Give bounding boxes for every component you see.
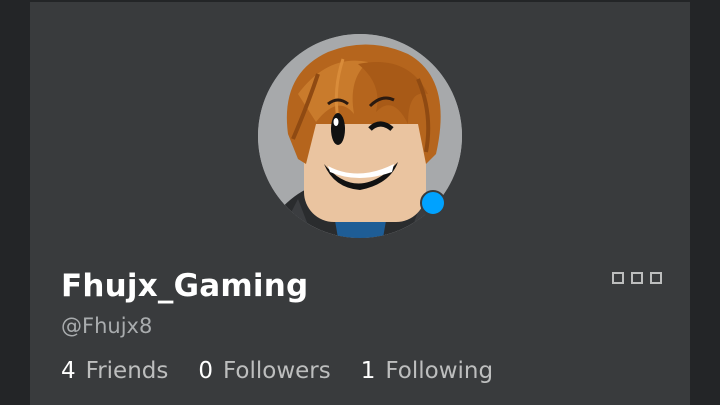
- followers-count: 0: [198, 358, 213, 384]
- online-status-icon: [420, 190, 446, 216]
- avatar-container[interactable]: [258, 34, 462, 238]
- friends-count: 4: [61, 358, 76, 384]
- more-options-icon: [650, 272, 662, 284]
- following-stat[interactable]: 1 Following: [361, 358, 493, 384]
- display-name: Fhujx_Gaming: [61, 268, 309, 304]
- more-options-icon: [631, 272, 643, 284]
- profile-page: Fhujx_Gaming @Fhujx8 4 Friends 0 Followe…: [0, 0, 720, 405]
- friends-stat[interactable]: 4 Friends: [61, 358, 168, 384]
- followers-stat[interactable]: 0 Followers: [198, 358, 330, 384]
- friends-label: Friends: [85, 358, 169, 384]
- more-options-icon: [612, 272, 624, 284]
- username: @Fhujx8: [61, 314, 153, 338]
- profile-stats: 4 Friends 0 Followers 1 Following: [61, 358, 523, 384]
- following-count: 1: [360, 358, 376, 384]
- followers-label: Followers: [223, 358, 331, 384]
- following-label: Following: [385, 358, 494, 384]
- more-options-button[interactable]: [612, 270, 664, 286]
